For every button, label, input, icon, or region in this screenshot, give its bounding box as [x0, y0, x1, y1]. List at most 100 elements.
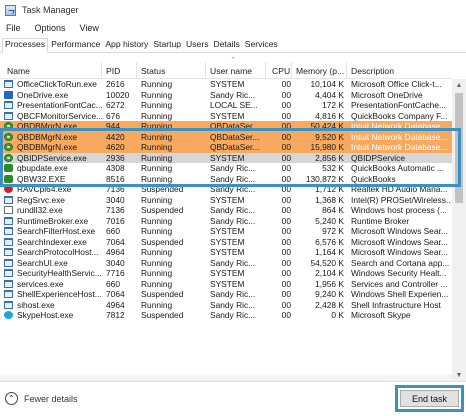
process-pid: 4964 [106, 247, 125, 257]
vertical-scrollbar[interactable]: ▲ ▼ [452, 79, 466, 381]
process-description: Intel(R) PROSet/Wireless... [351, 194, 451, 205]
process-description: Microsoft Windows Sear... [351, 226, 448, 236]
process-status: Running [141, 79, 173, 89]
table-row[interactable]: SearchUI.exe 3040 Running Sandy Ric... 00 54,… [0, 258, 452, 269]
page-icon [4, 206, 13, 214]
process-user: SYSTEM [210, 236, 245, 247]
menu-file[interactable]: File [6, 23, 21, 33]
process-memory: 172 K [322, 100, 344, 110]
table-row[interactable]: SearchProtocolHost... 4964 Running SYSTEM 00… [0, 247, 452, 258]
column-description[interactable]: Description [351, 66, 394, 76]
table-row[interactable]: SearchIndexer.exe 7064 Suspended SYSTEM 00 6,… [0, 237, 452, 248]
process-memory: 4,816 K [315, 110, 344, 121]
table-row[interactable]: ShellExperienceHost... 7064 Suspended Sandy… [0, 289, 452, 300]
app-icon [4, 300, 13, 309]
table-row[interactable]: OfficeClickToRun.exe 2616 Running SYSTEM 00 1… [0, 79, 452, 90]
fewer-details-toggle[interactable]: ⌃ Fewer details [5, 392, 78, 405]
skype-icon [4, 311, 13, 319]
table-row[interactable]: services.exe 660 Running SYSTEM 00 1,956 K Ser… [0, 279, 452, 290]
process-status: Running [141, 100, 173, 110]
tab-bar: Processes Performance App history Startu… [0, 37, 466, 53]
process-status: Running [141, 226, 173, 236]
process-memory: 4,404 K [315, 89, 344, 100]
process-user: Sandy Ric... [210, 257, 256, 268]
column-divider[interactable] [101, 62, 102, 79]
table-row[interactable]: QBCFMonitorService... 676 Running SYSTEM 00 4… [0, 111, 452, 122]
process-pid: 660 [106, 226, 120, 236]
process-user: SYSTEM [210, 278, 245, 289]
process-cpu: 00 [281, 289, 291, 299]
scroll-up-arrow-icon[interactable]: ▲ [452, 79, 466, 91]
tab-details[interactable]: Details [212, 39, 242, 52]
process-memory: 6,576 K [315, 236, 344, 247]
process-pid: 7064 [106, 236, 125, 247]
table-row[interactable]: PresentationFontCac... 6272 Running LOCAL S… [0, 100, 452, 111]
end-task-button[interactable]: End task [400, 390, 459, 407]
tab-app-history[interactable]: App history [103, 39, 150, 52]
search-icon [4, 248, 13, 256]
process-description: Services and Controller ... [351, 278, 448, 289]
collapse-header-chevron-icon[interactable]: ⌃ [0, 56, 466, 64]
table-row[interactable]: rundll32.exe 7136 Suspended Sandy Ric... 00 8… [0, 205, 452, 216]
end-task-highlight: End task [395, 385, 464, 412]
tab-services[interactable]: Services [243, 39, 280, 52]
table-row[interactable]: SecurityHealthServic... 7716 Running SYSTEM… [0, 268, 452, 279]
task-manager-icon [5, 4, 16, 16]
column-name[interactable]: Name [7, 66, 30, 76]
scroll-down-arrow-icon[interactable]: ▼ [452, 369, 466, 381]
column-divider[interactable] [291, 62, 292, 79]
process-user: Sandy Ric... [210, 289, 256, 299]
process-user: Sandy Ric... [210, 205, 256, 215]
process-pid: 7016 [106, 215, 125, 226]
process-status: Suspended [141, 310, 184, 320]
column-status[interactable]: Status [141, 66, 165, 76]
column-user-name[interactable]: User name [210, 66, 252, 76]
table-row[interactable]: SkypeHost.exe 7812 Suspended Sandy Ric... 00… [0, 310, 452, 321]
menu-view[interactable]: View [80, 23, 99, 33]
process-memory: 2,104 K [315, 268, 344, 278]
table-row[interactable]: RuntimeBroker.exe 7016 Running Sandy Ric...… [0, 216, 452, 227]
column-divider[interactable] [265, 62, 266, 79]
tab-processes[interactable]: Processes [2, 38, 49, 53]
process-description: PresentationFontCache... [351, 100, 446, 110]
process-description: Windows Security Healt... [351, 268, 447, 278]
process-description: Microsoft OneDrive [351, 89, 423, 100]
table-row[interactable]: SearchFilterHost.exe 660 Running SYSTEM 00 97… [0, 226, 452, 237]
highlight-annotation-box [0, 128, 461, 187]
process-user: SYSTEM [210, 110, 245, 121]
table-row[interactable]: sihost.exe 4964 Running Sandy Ric... 00 2,428… [0, 300, 452, 311]
process-memory: 1,956 K [315, 278, 344, 289]
app-icon [4, 111, 13, 120]
process-description: Windows Shell Experien... [351, 289, 449, 299]
process-cpu: 00 [281, 278, 291, 289]
window-title: Task Manager [22, 5, 79, 15]
column-cpu[interactable]: CPU [272, 66, 290, 76]
column-divider[interactable] [205, 62, 206, 79]
fewer-details-label[interactable]: Fewer details [24, 394, 78, 404]
column-pid[interactable]: PID [106, 66, 120, 76]
process-memory: 5,240 K [315, 215, 344, 226]
process-memory: 864 K [322, 205, 344, 215]
tab-users[interactable]: Users [184, 39, 210, 52]
process-pid: 3040 [106, 257, 125, 268]
process-status: Suspended [141, 289, 184, 299]
process-pid: 10020 [106, 89, 130, 100]
process-pid: 7812 [106, 310, 125, 320]
process-user: SYSTEM [210, 79, 245, 89]
tab-performance[interactable]: Performance [49, 39, 102, 52]
process-cpu: 00 [281, 205, 291, 215]
process-user: LOCAL SE... [210, 100, 258, 110]
process-memory: 2,428 K [315, 299, 344, 310]
chevron-up-circle-icon[interactable]: ⌃ [5, 392, 18, 405]
column-memory[interactable]: Memory (p... [296, 66, 344, 76]
search-icon [4, 237, 13, 246]
column-divider[interactable] [346, 62, 347, 79]
process-description: Shell Infrastructure Host [351, 299, 441, 310]
column-divider[interactable] [136, 62, 137, 79]
menu-options[interactable]: Options [35, 23, 66, 33]
table-row[interactable]: OneDrive.exe 10020 Running Sandy Ric... 00 4,… [0, 90, 452, 101]
tab-startup[interactable]: Startup [151, 39, 183, 52]
app-icon [4, 195, 13, 204]
table-row[interactable]: RegSrvc.exe 3040 Running SYSTEM 00 1,368 K Int… [0, 195, 452, 206]
process-status: Running [141, 89, 173, 100]
